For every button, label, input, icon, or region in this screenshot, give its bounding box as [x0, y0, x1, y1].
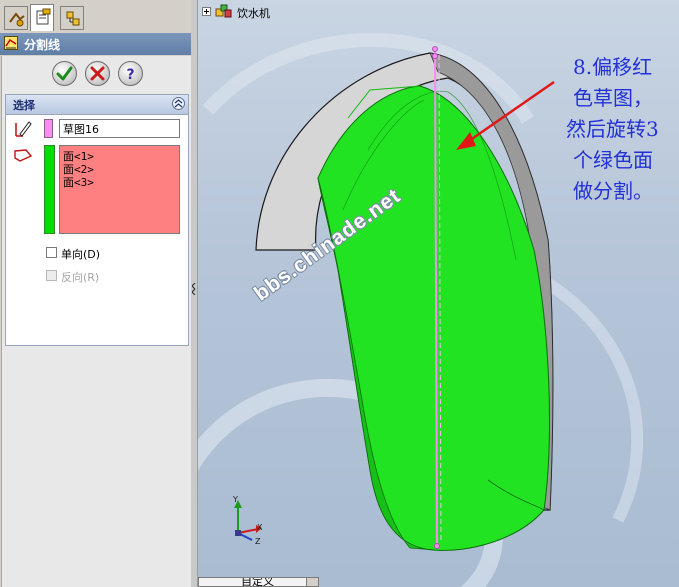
tab-property-manager[interactable]	[30, 4, 54, 31]
reference-triad: Y X Z	[232, 495, 263, 546]
reverse-direction-checkbox	[46, 270, 57, 281]
tab-feature-manager[interactable]	[4, 6, 28, 30]
ok-button[interactable]	[52, 61, 77, 86]
reverse-direction-label: 反向(R)	[61, 271, 100, 284]
graphics-area[interactable]: Y X Z 饮水机 8.偏移红 色草图， 然后旋转3 个绿色面 做分割。 bbs…	[198, 0, 679, 587]
checkmark-icon	[56, 66, 73, 81]
annotation-line: 个绿色面	[573, 148, 653, 172]
tab-configuration-manager[interactable]	[60, 6, 84, 30]
expand-tree-toggle[interactable]	[202, 7, 211, 16]
feature-tree-icon	[9, 12, 25, 27]
selection-group-title: 选择	[13, 99, 35, 112]
splitter-grip-icon	[192, 283, 196, 295]
split-line-icon	[4, 36, 18, 50]
annotation-line: 然后旋转3	[566, 117, 659, 141]
property-manager-title: 分割线	[24, 38, 61, 52]
double-chevron-up-icon	[174, 99, 183, 108]
question-icon: ?	[126, 67, 134, 82]
triad-x-label: X	[257, 523, 263, 532]
manager-tab-strip	[0, 0, 191, 32]
sketch-color-swatch	[44, 119, 53, 138]
part-icon[interactable]	[215, 4, 233, 19]
annotation-line: 8.偏移红	[573, 55, 653, 79]
sketch-endpoint[interactable]	[432, 53, 438, 59]
sketch-pencil-icon	[15, 121, 32, 137]
faces-selection-list[interactable]: 面<1> 面<2> 面<3>	[59, 145, 180, 234]
face-selection-icon	[14, 149, 33, 162]
collapse-group-button[interactable]	[172, 97, 185, 110]
triad-origin	[235, 530, 241, 536]
svg-text:?: ?	[126, 67, 134, 82]
property-manager-header: 分割线	[0, 33, 191, 55]
triad-y-label: Y	[232, 495, 238, 504]
sketch-endpoint[interactable]	[434, 543, 440, 549]
single-direction-checkbox[interactable]	[46, 247, 57, 258]
part-name-label[interactable]: 饮水机	[237, 5, 270, 21]
sketch-selection-field[interactable]: 草图16	[59, 119, 180, 138]
panel-splitter[interactable]	[191, 0, 198, 587]
property-manager-panel: 分割线 ? 选择 草图16 面<1> 面<2> 面<3> 单向(D) 反向(R)	[0, 0, 192, 587]
annotation-line: 做分割。	[573, 179, 653, 203]
help-button[interactable]: ?	[118, 61, 143, 86]
combo-dropdown-arrow[interactable]	[306, 578, 318, 586]
property-manager-body: ? 选择 草图16 面<1> 面<2> 面<3> 单向(D) 反向(R)	[1, 56, 191, 587]
annotation-line: 色草图，	[573, 86, 653, 110]
annotation-text: 8.偏移红 色草图， 然后旋转3 个绿色面 做分割。	[558, 52, 676, 207]
single-direction-label: 单向(D)	[61, 248, 101, 261]
selection-group-header[interactable]: 选择	[6, 95, 188, 115]
triad-z-label: Z	[255, 537, 261, 546]
faces-color-swatch	[44, 145, 55, 234]
view-orientation-value: 自定义	[241, 577, 274, 587]
view-orientation-combo[interactable]: 自定义	[198, 577, 319, 587]
selection-group: 选择 草图16 面<1> 面<2> 面<3> 单向(D) 反向(R)	[5, 94, 189, 346]
x-icon	[90, 66, 105, 81]
property-sheet-icon	[36, 8, 51, 25]
cancel-button[interactable]	[85, 61, 110, 86]
sketch-endpoint[interactable]	[432, 46, 438, 52]
configuration-icon	[66, 11, 80, 26]
face-list-item[interactable]: 面<3>	[63, 174, 94, 190]
